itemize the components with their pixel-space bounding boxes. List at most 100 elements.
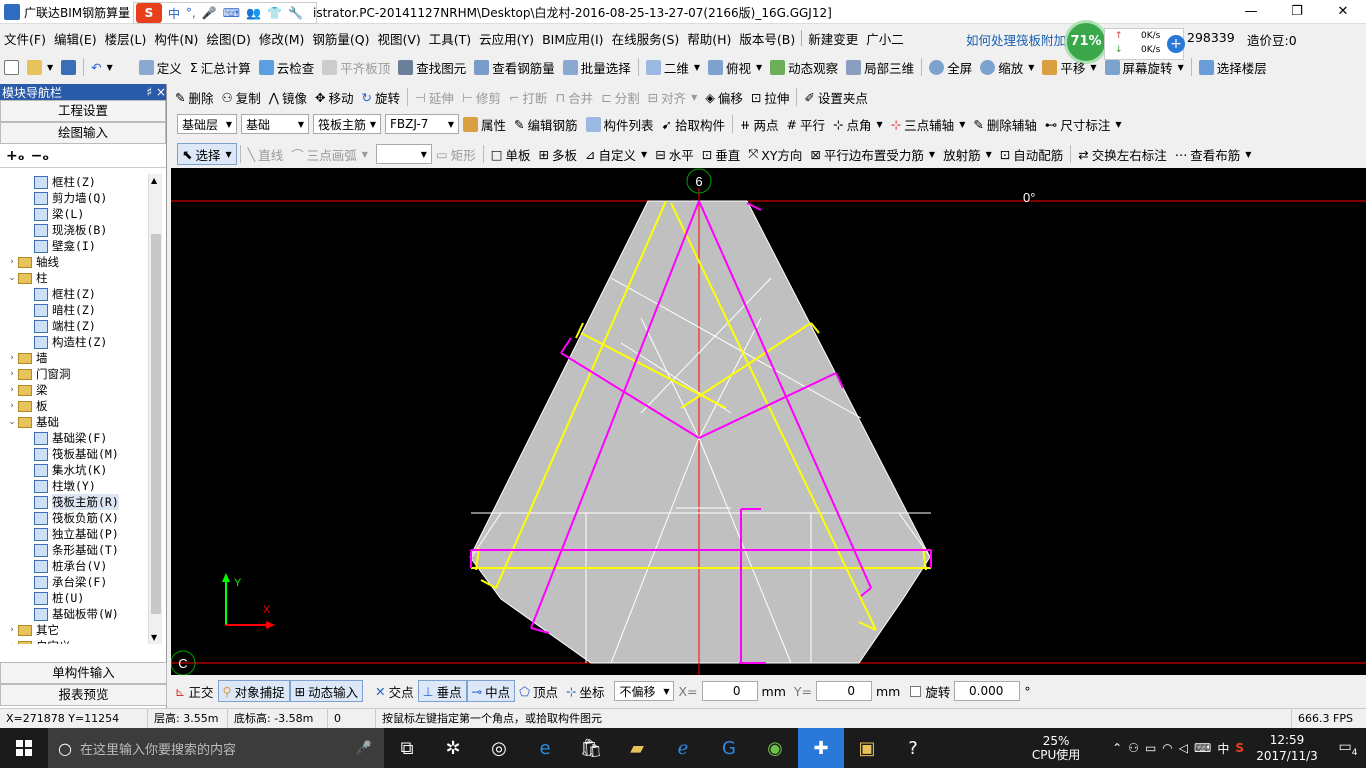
- clock[interactable]: 12:59 2017/11/3: [1250, 732, 1324, 764]
- delete-axis-button[interactable]: ✎ 删除辅轴: [969, 113, 1041, 135]
- rotate-angle-input[interactable]: 0.000: [954, 681, 1021, 701]
- menu-file[interactable]: 文件(F): [0, 29, 50, 48]
- vertical-button[interactable]: ⊡ 垂直: [698, 143, 745, 165]
- move-button[interactable]: ✥ 移动: [311, 86, 358, 108]
- point-angle-dropdown[interactable]: ⊹ 点角 ▼: [829, 113, 887, 135]
- tree-scrollbar[interactable]: ▲ ▼: [148, 174, 162, 644]
- scroll-thumb[interactable]: [151, 234, 161, 614]
- report-preview-button[interactable]: 报表预览: [0, 684, 167, 706]
- tree-item[interactable]: 筏板负筋(X): [0, 510, 148, 526]
- sogou-tray-icon[interactable]: S: [1235, 741, 1244, 755]
- menu-modify[interactable]: 修改(M): [255, 29, 309, 48]
- view-rebar-layout-dropdown[interactable]: ⋯ 查看布筋 ▼: [1171, 143, 1256, 165]
- pick-component-button[interactable]: ➹ 拾取构件: [658, 113, 730, 135]
- volume-icon[interactable]: ◁: [1179, 741, 1188, 755]
- swap-label-button[interactable]: ⇄ 交换左右标注: [1074, 143, 1171, 165]
- parallel-edge-rebar-button[interactable]: ⊠ 平行边布置受力筋 ▼: [806, 143, 939, 165]
- extend-button[interactable]: ⊣ 延伸: [411, 86, 458, 108]
- merge-button[interactable]: ⊓ 合并: [551, 86, 597, 108]
- tree-item[interactable]: 梁(L): [0, 206, 148, 222]
- custom-dropdown[interactable]: ⊿ 自定义 ▼: [581, 143, 651, 165]
- microphone-icon[interactable]: 🎤: [356, 741, 372, 756]
- menu-draw[interactable]: 绘图(D): [202, 29, 254, 48]
- two-point-axis-button[interactable]: ⧺ 两点: [736, 113, 783, 135]
- minimize-button[interactable]: —: [1228, 0, 1274, 24]
- intersection-snap-button[interactable]: ✕ 交点: [371, 680, 418, 702]
- align-slab-top-button[interactable]: 平齐板顶: [318, 56, 394, 78]
- file-explorer-icon[interactable]: ▰: [614, 728, 660, 768]
- expand-arrow-icon[interactable]: ›: [6, 401, 18, 411]
- cpu-usage[interactable]: 25% CPU使用: [1026, 734, 1086, 762]
- single-component-input-button[interactable]: 单构件输入: [0, 662, 167, 684]
- vertex-snap-button[interactable]: ⬠ 顶点: [515, 680, 562, 702]
- properties-button[interactable]: 属性: [459, 113, 510, 135]
- expand-arrow-icon[interactable]: ›: [6, 385, 18, 395]
- component-list-button[interactable]: 构件列表: [582, 113, 658, 135]
- glodon-g-icon[interactable]: G: [706, 728, 752, 768]
- accelerate-icon[interactable]: +: [1167, 35, 1185, 53]
- tree-item[interactable]: 框柱(Z): [0, 174, 148, 190]
- cloud-check-button[interactable]: 云检查: [255, 56, 319, 78]
- tree-folder[interactable]: › 墙: [0, 350, 148, 366]
- define-button[interactable]: 定义: [135, 56, 186, 78]
- tree-folder[interactable]: › 轴线: [0, 254, 148, 270]
- tree-folder[interactable]: ⌄ 柱: [0, 270, 148, 286]
- arc-mode-select[interactable]: ▼: [375, 144, 432, 164]
- expand-arrow-icon[interactable]: ›: [6, 369, 18, 379]
- drawing-canvas[interactable]: 6 C 0° Y X: [171, 168, 1366, 675]
- tree-item[interactable]: 现浇板(B): [0, 222, 148, 238]
- menu-online[interactable]: 在线服务(S): [608, 29, 684, 48]
- component-select[interactable]: FBZJ-7 ▼: [385, 114, 459, 134]
- y-coordinate-input[interactable]: 0: [815, 681, 872, 701]
- green-app-icon[interactable]: ◉: [752, 728, 798, 768]
- type-select[interactable]: 筏板主筋 ▼: [313, 114, 381, 134]
- help-question-link[interactable]: 如何处理筏板附加: [966, 30, 1066, 49]
- coordinate-snap-button[interactable]: ⊹ 坐标: [562, 680, 609, 702]
- tree-folder[interactable]: › 梁: [0, 382, 148, 398]
- tree-folder[interactable]: › 其它: [0, 622, 148, 638]
- people-icon[interactable]: ⚇: [1128, 741, 1139, 755]
- expand-arrow-icon[interactable]: ›: [6, 257, 18, 267]
- collapse-all-icon[interactable]: −ₒ: [31, 148, 50, 164]
- xy-direction-button[interactable]: ⤧ XY方向: [744, 143, 806, 165]
- expand-arrow-icon[interactable]: ›: [6, 353, 18, 363]
- object-snap-button[interactable]: ⚲ 对象捕捉: [217, 680, 290, 702]
- three-point-axis-dropdown[interactable]: ⊹ 三点辅轴 ▼: [887, 113, 970, 135]
- offset-mode-select[interactable]: 不偏移 ▼: [614, 681, 675, 701]
- scroll-up-icon[interactable]: ▲: [151, 176, 157, 185]
- app-pinwheel-icon[interactable]: ✲: [430, 728, 476, 768]
- ortho-button[interactable]: ⊾ 正交: [171, 680, 218, 702]
- ime-indicator[interactable]: 中: [1217, 740, 1229, 757]
- dynamic-input-button[interactable]: ⊞ 动态输入: [289, 680, 364, 702]
- view-2d-dropdown[interactable]: 二维 ▼: [642, 56, 704, 78]
- fullscreen-button[interactable]: 全屏: [925, 56, 976, 78]
- menu-tools[interactable]: 工具(T): [425, 29, 475, 48]
- notification-icon[interactable]: ▭4: [1330, 739, 1366, 758]
- close-button[interactable]: ✕: [1320, 0, 1366, 24]
- tree-item[interactable]: 暗柱(Z): [0, 302, 148, 318]
- ime-toolbar[interactable]: S 中 °, 🎤 ⌨ 👥 👕 🔧: [133, 2, 317, 24]
- rotate-button[interactable]: ↻ 旋转: [358, 86, 405, 108]
- menu-new-change[interactable]: 新建变更: [804, 29, 862, 48]
- wifi-icon[interactable]: ◠: [1162, 741, 1172, 755]
- new-file-button[interactable]: [0, 56, 23, 78]
- tree-item[interactable]: 框柱(Z): [0, 286, 148, 302]
- calc-summary-button[interactable]: Σ 汇总计算: [186, 56, 255, 78]
- undo-button[interactable]: ↶ ▼: [87, 56, 117, 78]
- tree-item[interactable]: 柱墩(Y): [0, 478, 148, 494]
- scroll-down-icon[interactable]: ▼: [151, 633, 157, 642]
- category-select[interactable]: 基础 ▼: [241, 114, 309, 134]
- tree-item[interactable]: 基础梁(F): [0, 430, 148, 446]
- break-button[interactable]: ⌐ 打断: [505, 86, 552, 108]
- floor-select[interactable]: 基础层 ▼: [177, 114, 237, 134]
- trim-button[interactable]: ⊢ 修剪: [458, 86, 505, 108]
- tree-folder[interactable]: ⌄ 基础: [0, 414, 148, 430]
- orbit-button[interactable]: 动态观察: [766, 56, 842, 78]
- x-coordinate-input[interactable]: 0: [701, 681, 758, 701]
- punct-icon[interactable]: °,: [186, 6, 196, 20]
- start-button[interactable]: [0, 728, 48, 768]
- tray-expand-icon[interactable]: ⌃: [1112, 741, 1122, 755]
- mic-icon[interactable]: 🎤: [202, 6, 217, 20]
- ie-browser-icon[interactable]: ℯ: [660, 728, 706, 768]
- project-settings-button[interactable]: 工程设置: [0, 100, 166, 122]
